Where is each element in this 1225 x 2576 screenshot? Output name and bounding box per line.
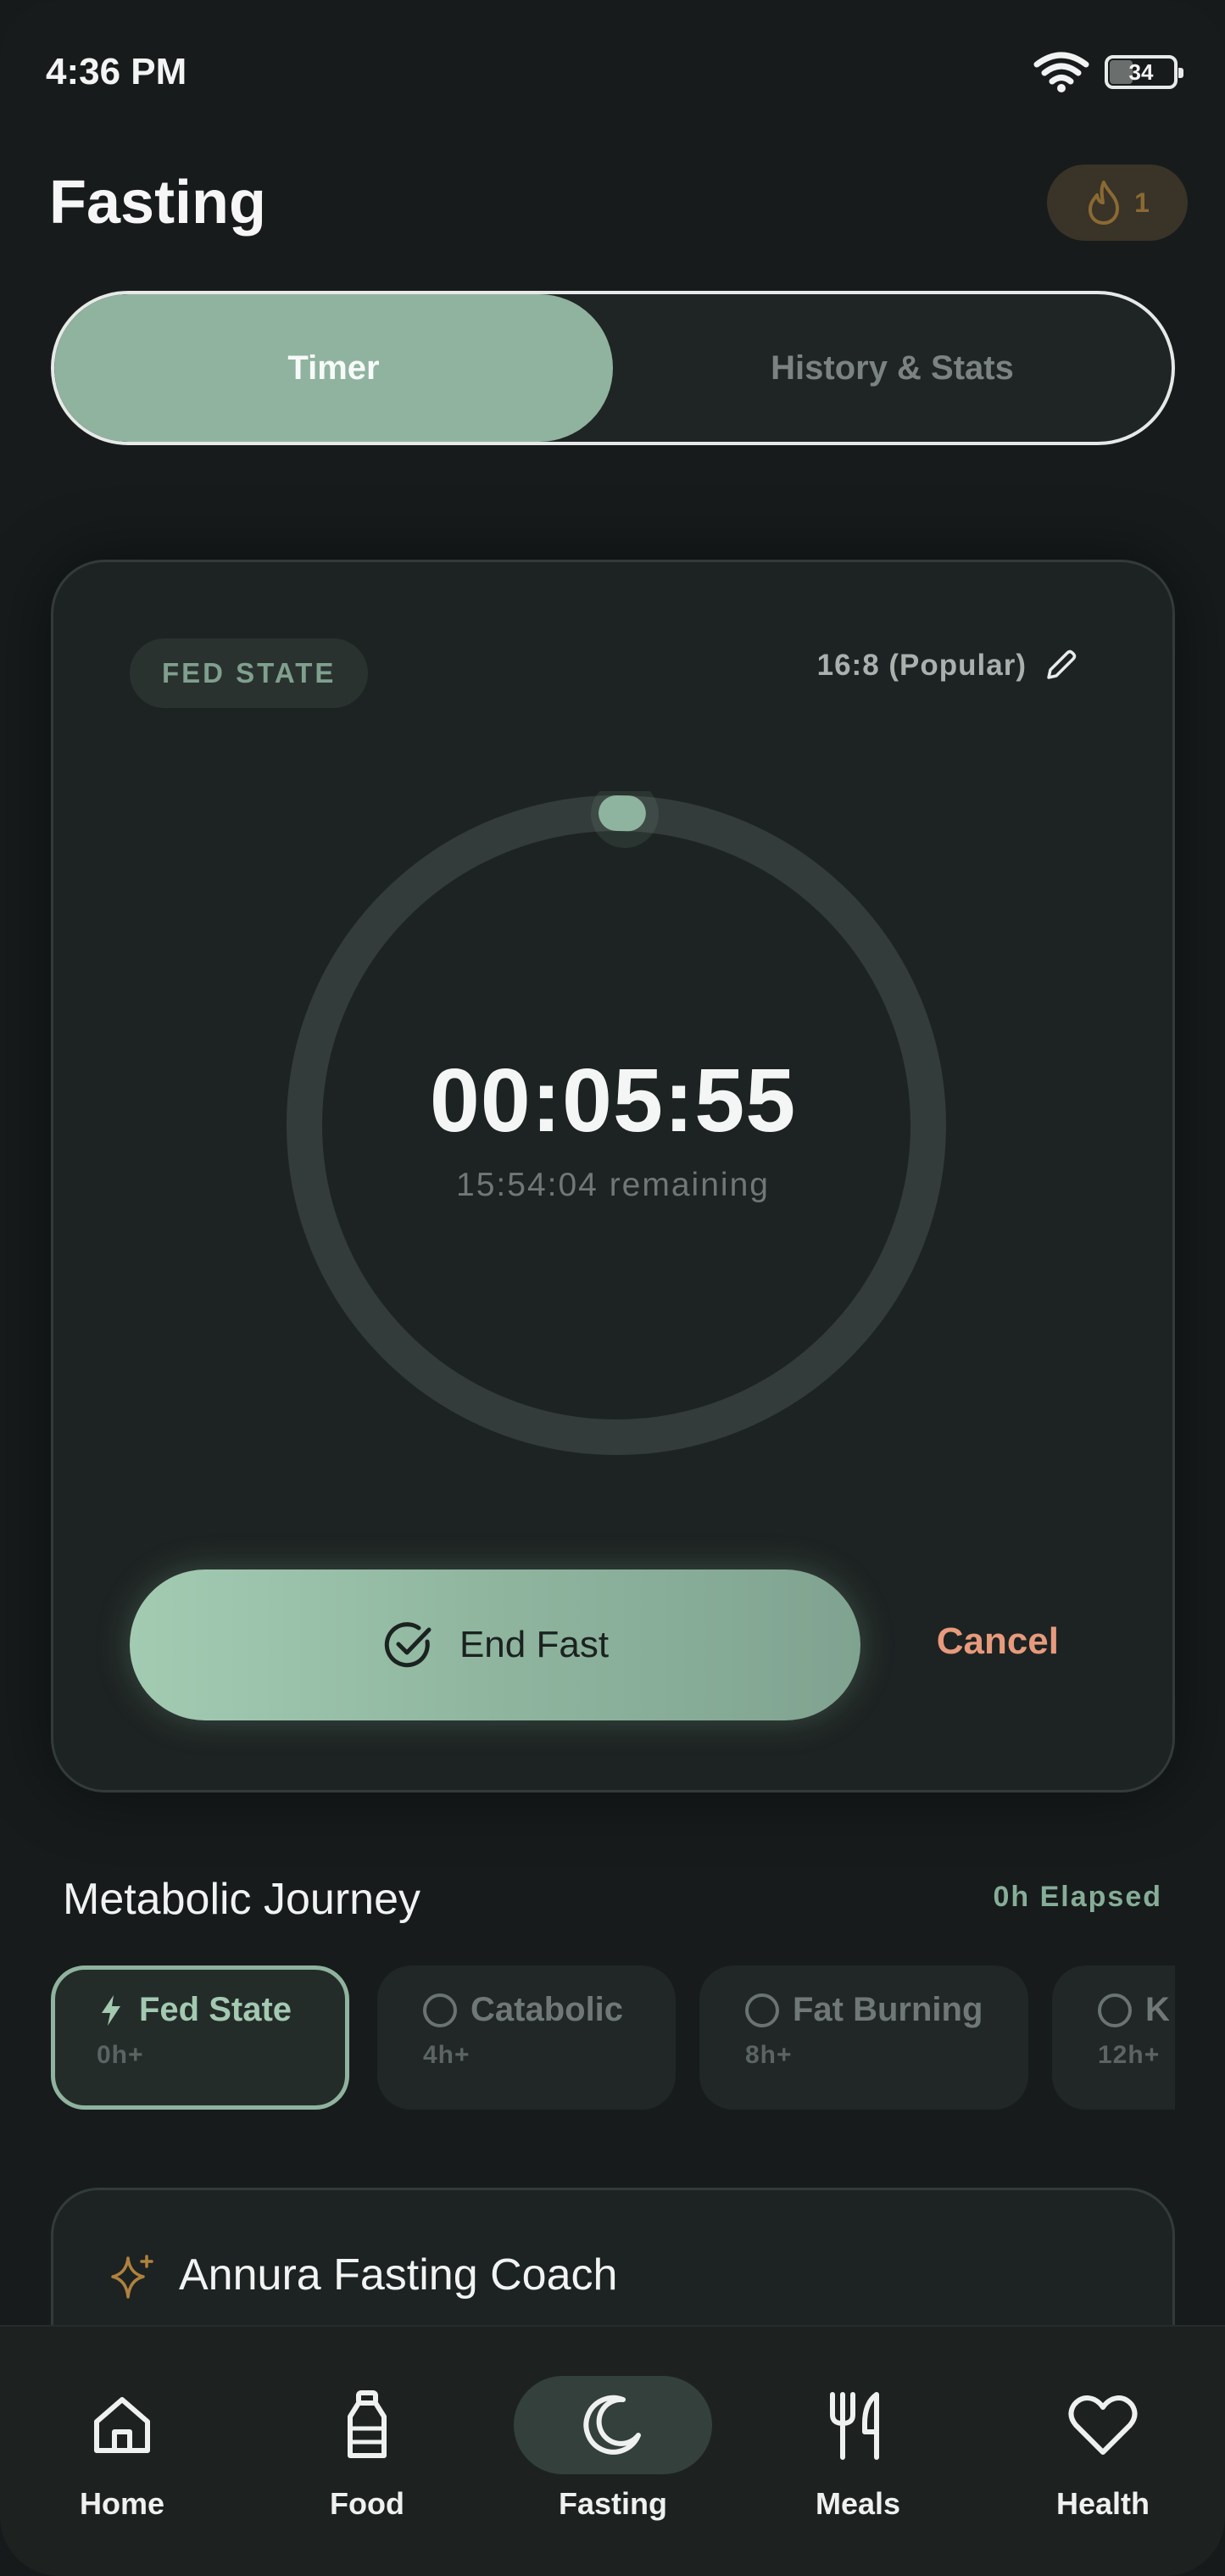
stage-hours: 12h+ bbox=[1098, 2041, 1161, 2069]
journey-title: Metabolic Journey bbox=[63, 1875, 420, 1924]
stage-name: Fat Burning bbox=[793, 1991, 983, 2028]
stage-card-fed-state[interactable]: Fed State 0h+ bbox=[51, 1965, 349, 2110]
nav-home[interactable]: Home bbox=[16, 2327, 228, 2576]
end-fast-button[interactable]: End Fast bbox=[130, 1570, 860, 1720]
utensils-icon bbox=[830, 2392, 879, 2460]
circle-icon bbox=[1098, 1993, 1132, 2027]
tab-history-stats[interactable]: History & Stats bbox=[613, 294, 1172, 442]
phase-badge: FED STATE bbox=[130, 638, 369, 708]
tab-timer[interactable]: Timer bbox=[54, 294, 613, 442]
nav-label: Meals bbox=[815, 2486, 901, 2521]
plan-label: 16:8 (Popular) bbox=[816, 649, 1027, 682]
nav-food[interactable]: Food bbox=[261, 2327, 473, 2576]
view-tabs: Timer History & Stats bbox=[51, 291, 1175, 445]
nav-label: Fasting bbox=[558, 2486, 667, 2521]
timer-card: FED STATE 16:8 (Popular) 00:05:55 15:54:… bbox=[51, 560, 1175, 1793]
status-time: 4:36 PM bbox=[46, 51, 187, 92]
status-icons: 34 bbox=[1033, 51, 1183, 93]
stage-name: K bbox=[1145, 1991, 1170, 2028]
nav-meals[interactable]: Meals bbox=[752, 2327, 964, 2576]
app-screen: 4:36 PM 34 Fasting 1 Timer History & Sta… bbox=[0, 0, 1225, 2576]
stage-name: Fed State bbox=[139, 1991, 292, 2028]
nav-label: Health bbox=[1055, 2486, 1150, 2521]
stage-card-catabolic[interactable]: Catabolic 4h+ bbox=[377, 1965, 676, 2110]
bolt-icon bbox=[102, 1994, 120, 2026]
moon-icon bbox=[583, 2395, 641, 2455]
home-icon bbox=[94, 2397, 150, 2453]
pencil-icon[interactable] bbox=[1042, 647, 1079, 684]
heart-icon bbox=[1068, 2395, 1138, 2455]
bottom-nav: Home Food Fasting Meals Health bbox=[0, 2325, 1225, 2576]
remaining-time: 15:54:04 remaining bbox=[456, 1167, 770, 1203]
stage-card-fat-burning[interactable]: Fat Burning 8h+ bbox=[699, 1965, 1028, 2110]
streak-badge[interactable]: 1 bbox=[1047, 164, 1188, 241]
stage-hours: 4h+ bbox=[423, 2041, 471, 2069]
check-circle-icon bbox=[384, 1622, 432, 1668]
stage-hours: 0h+ bbox=[97, 2041, 144, 2069]
coach-title: Annura Fasting Coach bbox=[179, 2250, 618, 2300]
wifi-icon bbox=[1033, 52, 1089, 92]
circle-icon bbox=[745, 1993, 779, 2027]
sparkle-icon bbox=[111, 2255, 153, 2299]
ring-glow bbox=[591, 780, 659, 848]
bottle-icon bbox=[348, 2390, 387, 2458]
stage-hours: 8h+ bbox=[745, 2041, 793, 2069]
end-fast-label: End Fast bbox=[459, 1624, 610, 1665]
elapsed-time: 00:05:55 bbox=[429, 1051, 797, 1151]
journey-elapsed: 0h Elapsed bbox=[993, 1881, 1162, 1913]
stage-card-ketosis[interactable]: K 12h+ bbox=[1052, 1965, 1175, 2110]
plan-selector[interactable]: 16:8 (Popular) bbox=[817, 647, 1079, 684]
nav-fasting[interactable]: Fasting bbox=[507, 2327, 719, 2576]
battery-indicator: 34 bbox=[1105, 55, 1183, 89]
page-title: Fasting bbox=[49, 169, 267, 237]
circle-icon bbox=[423, 1993, 457, 2027]
stage-list: Fed State 0h+ Catabolic 4h+ Fat Burning … bbox=[51, 1965, 1175, 2111]
status-bar: 4:36 PM 34 bbox=[0, 0, 1225, 144]
nav-label: Home bbox=[79, 2486, 165, 2521]
nav-health[interactable]: Health bbox=[997, 2327, 1209, 2576]
streak-count: 1 bbox=[1134, 187, 1150, 218]
nav-label: Food bbox=[330, 2486, 404, 2521]
stage-name: Catabolic bbox=[471, 1991, 624, 2028]
flame-icon bbox=[1089, 181, 1120, 225]
battery-level: 34 bbox=[1128, 59, 1154, 85]
cancel-button[interactable]: Cancel bbox=[937, 1620, 1059, 1663]
